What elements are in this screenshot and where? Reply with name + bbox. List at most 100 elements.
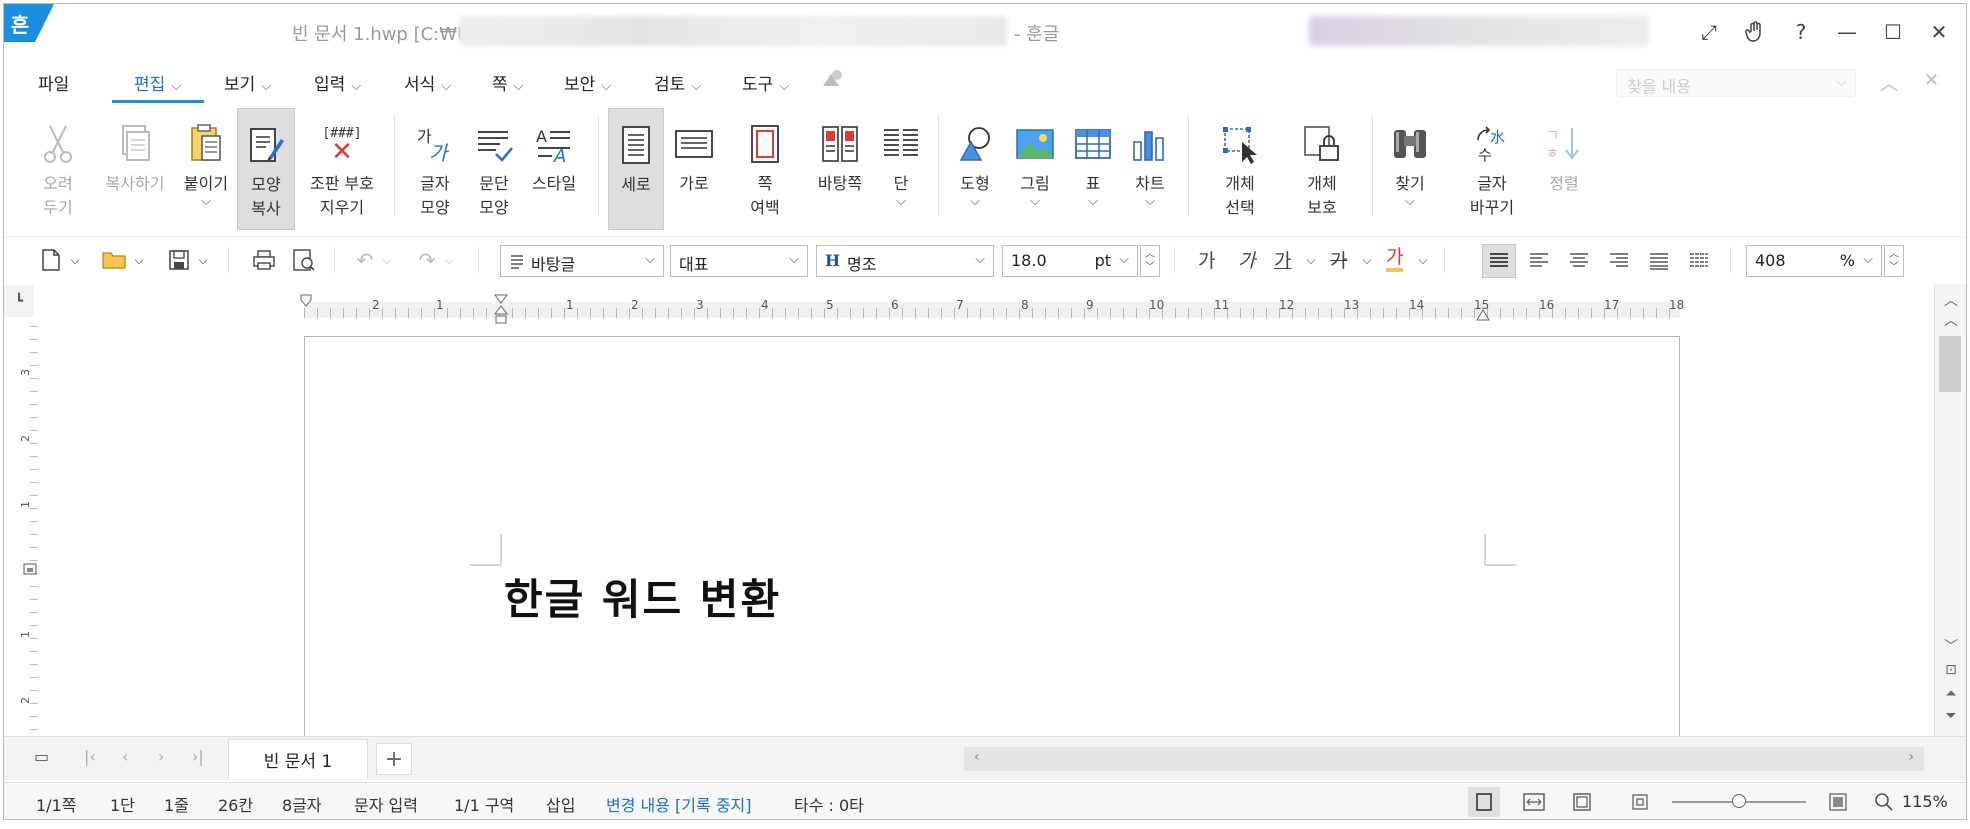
status-page[interactable]: 1/1쪽 [36, 792, 76, 816]
style-combo[interactable]: 바탕글 ⌵ [500, 245, 664, 277]
next-tab-icon[interactable]: › [158, 747, 164, 766]
app-logo-icon[interactable]: 흔 [4, 4, 54, 42]
zoom-icon[interactable] [1868, 787, 1900, 817]
bold-button[interactable]: 가 [1198, 246, 1215, 273]
fit-width-button[interactable] [1518, 787, 1550, 817]
scroll-left-icon[interactable]: ‹ [974, 749, 980, 765]
master-page-button[interactable]: 바탕쪽 [808, 108, 872, 230]
font-language-combo[interactable]: 대표 ⌵ [670, 245, 808, 277]
chevron-down-icon[interactable]: ⌵ [442, 245, 456, 275]
chevron-down-icon[interactable]: ⌵ [196, 245, 210, 275]
distribute-align-button[interactable] [1642, 244, 1676, 278]
first-line-indent-marker[interactable] [300, 294, 312, 308]
scroll-thumb[interactable] [1939, 336, 1961, 392]
chevron-down-icon[interactable]: ⌵ [380, 245, 394, 275]
status-track-changes[interactable]: 변경 내용 [기록 중지] [606, 792, 752, 816]
shape-button[interactable]: 도형 ⌵ [948, 108, 1002, 230]
chevron-down-icon[interactable]: ⌵ [1360, 245, 1374, 275]
zoom-out-button[interactable] [1624, 787, 1656, 817]
replace-button[interactable]: 水수 글자 바꾸기 [1456, 108, 1528, 230]
status-input-mode[interactable]: 문자 입력 [354, 792, 418, 816]
close-icon[interactable]: ✕ [1916, 14, 1962, 50]
font-combo[interactable]: H 명조 ⌵ [816, 245, 994, 277]
paste-button[interactable]: 붙이기 ⌵ [178, 108, 234, 230]
center-align-button[interactable] [1562, 244, 1596, 278]
copy-button[interactable]: 복사하기 [94, 108, 176, 230]
portrait-button[interactable]: 세로 [608, 108, 664, 230]
page-view-button[interactable] [1468, 787, 1500, 817]
document-body-text[interactable]: 한글 워드 변환 [504, 566, 781, 627]
page-view-icon[interactable]: ⊡ [1935, 662, 1966, 678]
collapse-ribbon-icon[interactable]: ︿ [1880, 70, 1898, 96]
horizontal-scrollbar[interactable]: ‹ › [964, 747, 1924, 771]
clear-marks-button[interactable]: [###] ✕ 조판 부호 지우기 [302, 108, 382, 230]
chevron-down-icon[interactable]: ⌵ [132, 245, 146, 275]
ruler-corner-button[interactable]: ┗ [4, 285, 34, 317]
scroll-up-icon[interactable]: ︿ [1935, 310, 1966, 330]
first-tab-icon[interactable]: |‹ [84, 747, 96, 766]
indent-marker[interactable] [494, 294, 508, 326]
hand-icon[interactable] [1732, 14, 1778, 50]
print-preview-icon[interactable] [290, 245, 318, 275]
horizontal-ruler[interactable]: 2 1 1 2 3 4 5 6 7 8 9 10 11 12 13 14 15 … [300, 294, 1684, 326]
menu-edit[interactable]: 편집 ⌵ [134, 70, 181, 95]
status-zoom-level[interactable]: 115% [1902, 792, 1948, 811]
cut-button[interactable]: 오려 두기 [30, 108, 86, 230]
find-button[interactable]: 찾기 ⌵ [1382, 108, 1438, 230]
scroll-right-icon[interactable]: › [1908, 749, 1914, 765]
menu-format[interactable]: 서식 ⌵ [404, 70, 451, 95]
style-button[interactable]: AA 스타일 [524, 108, 584, 230]
minimize-icon[interactable]: — [1824, 14, 1870, 50]
para-shape-button[interactable]: 문단 모양 [466, 108, 522, 230]
close-ribbon-icon[interactable]: ✕ [1924, 70, 1939, 91]
help-icon[interactable]: ? [1778, 14, 1824, 50]
account-info[interactable] [1309, 16, 1649, 46]
save-icon[interactable] [166, 245, 192, 275]
strikethrough-button[interactable]: 가 [1330, 246, 1347, 273]
columns-button[interactable]: 단 ⌵ [874, 108, 928, 230]
scroll-down-icon[interactable]: ﹀ [1935, 636, 1966, 656]
page-down-icon[interactable]: ⏷ [1935, 708, 1966, 724]
sort-button[interactable]: ㄱㅎ 정렬 [1538, 108, 1590, 230]
print-icon[interactable] [250, 245, 278, 275]
landscape-button[interactable]: 가로 [666, 108, 722, 230]
protect-object-button[interactable]: 개체 보호 [1286, 108, 1358, 230]
left-align-button[interactable] [1522, 244, 1556, 278]
italic-button[interactable]: 가 [1238, 246, 1255, 273]
page-margin-button[interactable]: 쪽 여백 [732, 108, 798, 230]
right-align-button[interactable] [1602, 244, 1636, 278]
scroll-up-icon[interactable]: ︿ [1935, 290, 1966, 310]
last-tab-icon[interactable]: ›| [192, 747, 204, 766]
add-tab-button[interactable]: + [376, 743, 412, 775]
open-folder-icon[interactable] [100, 245, 128, 275]
menu-security[interactable]: 보안 ⌵ [564, 70, 611, 95]
zoom-field[interactable]: 408% ⌵ [1746, 245, 1882, 277]
font-color-button[interactable]: 가 [1386, 246, 1404, 272]
chevron-down-icon[interactable]: ⌵ [68, 245, 82, 275]
prev-tab-icon[interactable]: ‹ [122, 747, 128, 766]
divide-align-button[interactable] [1682, 244, 1716, 278]
vertical-ruler[interactable]: 3 2 1 1 2 [19, 326, 42, 736]
chevron-down-icon[interactable]: ⌵ [1416, 245, 1430, 275]
undo-icon[interactable]: ↶ [354, 245, 376, 275]
menu-view[interactable]: 보기 ⌵ [224, 70, 271, 95]
underline-button[interactable]: 가 [1274, 246, 1291, 273]
menu-insert[interactable]: 입력 ⌵ [314, 70, 361, 95]
document-page[interactable] [304, 336, 1680, 756]
font-size-field[interactable]: 18.0 pt ⌵ [1002, 245, 1138, 277]
chart-button[interactable]: 차트 ⌵ [1122, 108, 1178, 230]
tab-document-1[interactable]: 빈 문서 1 [228, 739, 368, 779]
redo-icon[interactable]: ↷ [416, 245, 438, 275]
chevron-down-icon[interactable]: ⌵ [1304, 245, 1318, 275]
shapes-icon[interactable] [820, 68, 844, 95]
search-input[interactable]: 찾을 내용 ⌵ [1616, 69, 1856, 97]
status-insert-mode[interactable]: 삽입 [546, 792, 575, 816]
new-document-icon[interactable] [38, 245, 64, 275]
zoom-in-button[interactable] [1822, 787, 1854, 817]
page-up-icon[interactable]: ⏶ [1935, 686, 1966, 702]
vertical-scrollbar[interactable]: ︿ ︿ ﹀ ⊡ ⏶ ⏷ [1934, 284, 1966, 736]
tab-list-icon[interactable]: ▭ [34, 747, 49, 766]
menu-file[interactable]: 파일 [38, 70, 69, 95]
picture-button[interactable]: 그림 ⌵ [1008, 108, 1062, 230]
menu-tools[interactable]: 도구 ⌵ [742, 70, 789, 95]
